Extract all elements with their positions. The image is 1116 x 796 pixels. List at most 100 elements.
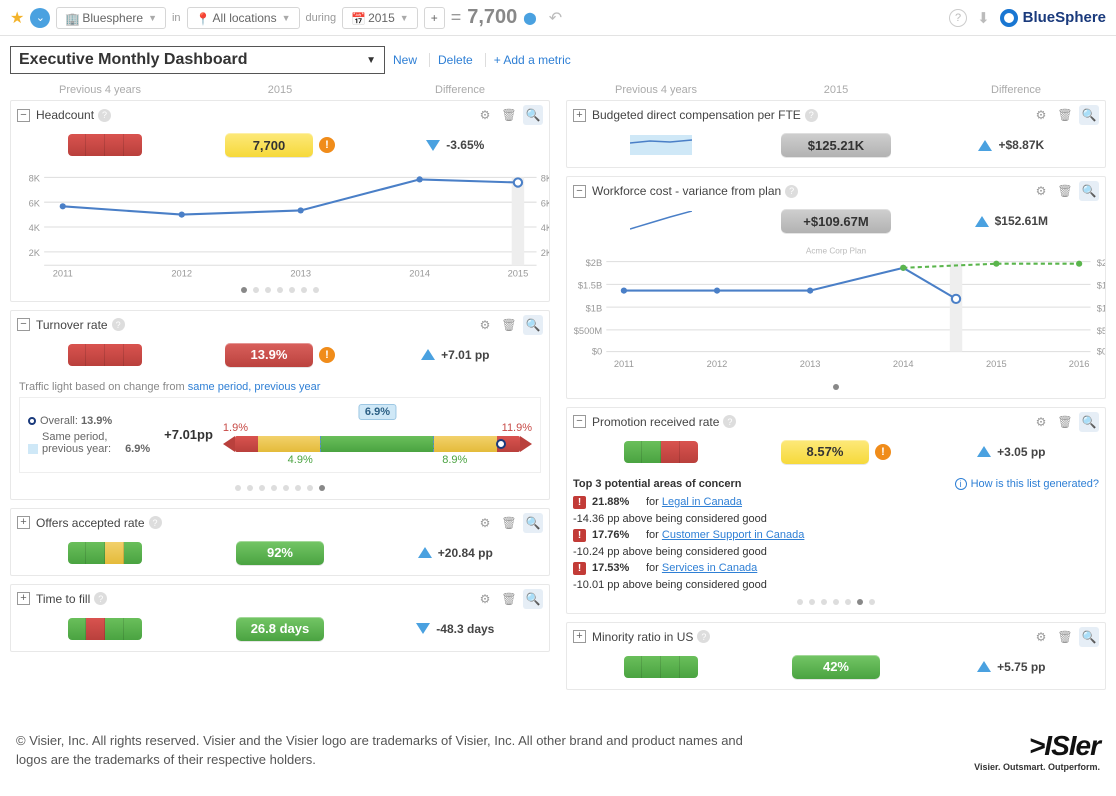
- help-icon[interactable]: ?: [697, 630, 710, 643]
- collapse-button[interactable]: −: [17, 318, 30, 331]
- concern-link[interactable]: Legal in Canada: [662, 496, 742, 508]
- pager-dots[interactable]: [11, 281, 549, 301]
- trend-down-icon: [426, 140, 440, 151]
- pager-dots[interactable]: [11, 479, 549, 499]
- alert-badge-icon: !: [573, 496, 586, 509]
- gear-icon[interactable]: ⚙: [475, 105, 495, 125]
- pager-dots[interactable]: [567, 593, 1105, 613]
- add-metric-link[interactable]: + Add a metric: [485, 53, 571, 67]
- search-icon[interactable]: 🔍: [1079, 105, 1099, 125]
- traffic-light: [68, 542, 142, 564]
- svg-text:2016: 2016: [1069, 359, 1090, 369]
- org-selector[interactable]: 🏢 Bluesphere ▼: [56, 7, 166, 29]
- help-icon[interactable]: ?: [723, 415, 736, 428]
- card-headcount: − Headcount ? ⚙ 🗑 🔍 7,700! -3.65% 8K 6K …: [10, 100, 550, 302]
- collapse-button[interactable]: −: [573, 185, 586, 198]
- caret-icon: ▼: [148, 13, 157, 23]
- download-icon[interactable]: ⬇: [977, 9, 990, 27]
- location-selector[interactable]: 📍 All locations ▼: [187, 7, 300, 29]
- svg-text:2012: 2012: [171, 269, 192, 279]
- gear-icon[interactable]: ⚙: [1031, 105, 1051, 125]
- collapse-button[interactable]: −: [573, 415, 586, 428]
- trend-down-icon: [416, 623, 430, 634]
- undo-icon[interactable]: ↶: [549, 8, 562, 28]
- expand-button[interactable]: +: [573, 109, 586, 122]
- trash-icon[interactable]: 🗑: [499, 105, 519, 125]
- dashboard-title: Executive Monthly Dashboard: [19, 51, 248, 69]
- svg-text:$1B: $1B: [586, 303, 603, 313]
- svg-text:$1.5B: $1.5B: [1097, 281, 1105, 291]
- col-prev: Previous 4 years: [566, 84, 746, 96]
- note-link[interactable]: same period, previous year: [188, 381, 321, 393]
- search-icon[interactable]: 🔍: [523, 513, 543, 533]
- metric-value: 8.57%: [781, 440, 869, 464]
- help-icon[interactable]: ?: [805, 109, 818, 122]
- favorite-icon[interactable]: ★: [10, 8, 24, 28]
- trash-icon[interactable]: 🗑: [499, 589, 519, 609]
- brand-text: BlueSphere: [1023, 9, 1106, 26]
- left-column: Previous 4 years 2015 Difference − Headc…: [10, 80, 550, 660]
- trash-icon[interactable]: 🗑: [499, 315, 519, 335]
- expand-button[interactable]: +: [17, 592, 30, 605]
- svg-text:$500M: $500M: [1097, 326, 1105, 336]
- trash-icon[interactable]: 🗑: [1055, 627, 1075, 647]
- help-icon[interactable]: ?: [112, 318, 125, 331]
- trash-icon[interactable]: 🗑: [1055, 105, 1075, 125]
- gauge-needle-icon: [496, 439, 506, 449]
- search-icon[interactable]: 🔍: [1079, 181, 1099, 201]
- gear-icon[interactable]: ⚙: [475, 315, 495, 335]
- caret-icon: ▼: [366, 55, 376, 66]
- right-column: Previous 4 years 2015 Difference + Budge…: [566, 80, 1106, 698]
- concern-link[interactable]: Services in Canada: [662, 562, 757, 574]
- dropdown-icon[interactable]: ⌄: [30, 8, 50, 28]
- expand-button[interactable]: +: [573, 630, 586, 643]
- search-icon[interactable]: 🔍: [1079, 627, 1099, 647]
- alert-icon[interactable]: !: [319, 347, 335, 363]
- concern-link[interactable]: Customer Support in Canada: [662, 529, 804, 541]
- concern-title: Top 3 potential areas of concern: [573, 478, 742, 490]
- new-link[interactable]: New: [393, 53, 417, 67]
- help-icon[interactable]: ?: [785, 185, 798, 198]
- add-filter-button[interactable]: +: [424, 7, 445, 29]
- calendar-icon: 📅: [351, 12, 363, 24]
- trend-up-icon: [977, 446, 991, 457]
- sparkline: [630, 135, 692, 155]
- search-icon[interactable]: 🔍: [1079, 412, 1099, 432]
- svg-text:2013: 2013: [290, 269, 311, 279]
- dashboard-title-dropdown[interactable]: Executive Monthly Dashboard ▼: [10, 46, 385, 74]
- svg-text:$0: $0: [1097, 347, 1105, 357]
- gear-icon[interactable]: ⚙: [1031, 412, 1051, 432]
- expand-button[interactable]: +: [17, 516, 30, 529]
- gear-icon[interactable]: ⚙: [1031, 181, 1051, 201]
- collapse-button[interactable]: −: [17, 109, 30, 122]
- svg-text:Acme Corp Plan: Acme Corp Plan: [806, 246, 867, 255]
- period-selector[interactable]: 📅 2015 ▼: [342, 7, 418, 29]
- metric-value: 26.8 days: [236, 617, 324, 641]
- alert-icon[interactable]: !: [319, 137, 335, 153]
- note-text: Traffic light based on change from same …: [11, 377, 549, 395]
- gear-icon[interactable]: ⚙: [1031, 627, 1051, 647]
- search-icon[interactable]: 🔍: [523, 589, 543, 609]
- gear-icon[interactable]: ⚙: [475, 589, 495, 609]
- help-icon[interactable]: ?: [98, 109, 111, 122]
- how-generated-link[interactable]: iHow is this list generated?: [955, 478, 1099, 490]
- col-prev: Previous 4 years: [10, 84, 190, 96]
- period-label: 2015: [368, 11, 395, 25]
- pager-dots[interactable]: [567, 378, 1105, 398]
- trash-icon[interactable]: 🗑: [499, 513, 519, 533]
- help-icon[interactable]: ?: [94, 592, 107, 605]
- trash-icon[interactable]: 🗑: [1055, 181, 1075, 201]
- metric-value: 7,700: [225, 133, 313, 157]
- delete-link[interactable]: Delete: [429, 53, 473, 67]
- help-icon[interactable]: ?: [949, 9, 967, 27]
- help-icon[interactable]: ?: [149, 516, 162, 529]
- dashboard-header: Executive Monthly Dashboard ▼ New Delete…: [0, 36, 1116, 80]
- metric-diff: -3.65%: [446, 138, 484, 152]
- trash-icon[interactable]: 🗑: [1055, 412, 1075, 432]
- gear-icon[interactable]: ⚙: [475, 513, 495, 533]
- card-title: Time to fill: [36, 592, 90, 606]
- search-icon[interactable]: 🔍: [523, 315, 543, 335]
- brand-ring-icon: [1000, 9, 1018, 27]
- alert-icon[interactable]: !: [875, 444, 891, 460]
- search-icon[interactable]: 🔍: [523, 105, 543, 125]
